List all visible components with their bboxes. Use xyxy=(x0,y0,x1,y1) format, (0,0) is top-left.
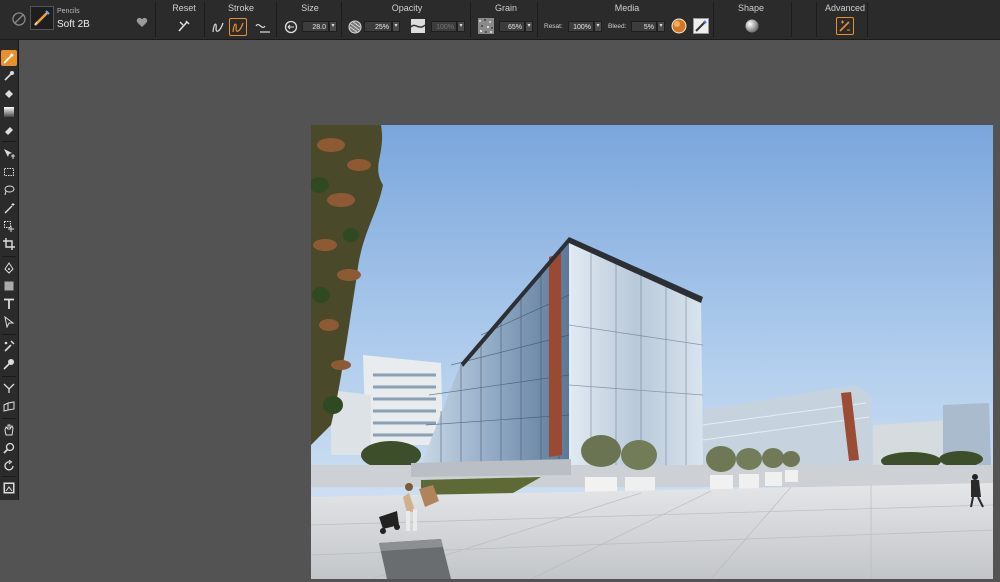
resat-label: Resat: xyxy=(544,23,563,30)
opacity-expression-icon[interactable] xyxy=(347,19,363,35)
dab-color-icon[interactable] xyxy=(671,18,687,34)
stroke-group-title: Stroke xyxy=(227,3,254,13)
resat-dropdown-arrow[interactable]: ▾ xyxy=(594,21,602,32)
bleed-label: Bleed: xyxy=(608,23,627,30)
opacity-value-field[interactable]: 25% xyxy=(364,21,392,32)
brush-category-label[interactable]: Pencils xyxy=(57,8,80,15)
grain-dropdown-arrow[interactable]: ▾ xyxy=(525,21,533,32)
brush-options-icon[interactable] xyxy=(11,11,27,27)
shape-select-icon[interactable] xyxy=(1,314,17,330)
shape-group-title: Shape xyxy=(737,3,765,13)
brush-variant-label[interactable]: Soft 2B xyxy=(57,19,90,30)
opacity-group-title: Opacity xyxy=(391,3,423,13)
grain-texture-icon[interactable] xyxy=(478,18,494,34)
freehand-stroke-icon[interactable] xyxy=(210,19,226,35)
media-group-title: Media xyxy=(614,3,640,13)
straight-stroke-icon[interactable] xyxy=(229,18,247,36)
opacity-dropdown-arrow[interactable]: ▾ xyxy=(392,21,400,32)
magnifier-icon[interactable] xyxy=(1,440,17,456)
property-bar: Pencils Soft 2B Reset Stroke Size 28.0 ▾… xyxy=(0,0,1000,40)
size-dropdown-arrow[interactable]: ▾ xyxy=(329,21,337,32)
stroke-attributes-icon[interactable] xyxy=(255,19,271,35)
mirror-icon[interactable] xyxy=(1,380,17,396)
crop-icon[interactable] xyxy=(1,236,17,252)
selection-adjust-icon[interactable] xyxy=(1,218,17,234)
size-value-field[interactable]: 28.0 xyxy=(302,21,329,32)
paint-bucket-icon[interactable] xyxy=(1,86,17,102)
cloner-icon[interactable] xyxy=(1,338,17,354)
text-icon[interactable] xyxy=(1,296,17,312)
bleed-value-field[interactable]: 5% xyxy=(631,21,657,32)
rotate-page-icon[interactable] xyxy=(1,458,17,474)
resat-value-field[interactable]: 100% xyxy=(568,21,594,32)
rubber-stamp-icon[interactable] xyxy=(1,356,17,372)
perspective-icon[interactable] xyxy=(1,398,17,414)
bleed-dropdown-arrow[interactable]: ▾ xyxy=(657,21,665,32)
reset-group-title: Reset xyxy=(172,3,196,13)
favorite-heart-icon[interactable] xyxy=(134,14,150,30)
canvas-photo[interactable] xyxy=(311,125,993,579)
dab-shape-icon[interactable] xyxy=(744,18,760,34)
size-expression-icon[interactable] xyxy=(283,19,299,35)
color-swatch-icon[interactable] xyxy=(1,480,17,496)
lasso-icon[interactable] xyxy=(1,182,17,198)
grain-group-title: Grain xyxy=(494,3,517,13)
opacity-expression-value-field[interactable]: 100% xyxy=(431,21,457,32)
brush-variant-thumbnail[interactable] xyxy=(30,6,54,30)
toolbox-panel xyxy=(0,40,19,500)
media-cloner-icon[interactable] xyxy=(693,18,709,34)
advanced-brush-controls-icon[interactable] xyxy=(836,17,854,35)
pen-icon[interactable] xyxy=(1,260,17,276)
transform-icon[interactable] xyxy=(1,146,17,162)
grabber-icon[interactable] xyxy=(1,422,17,438)
rect-select-icon[interactable] xyxy=(1,164,17,180)
eraser-icon[interactable] xyxy=(1,122,17,138)
shape-icon[interactable] xyxy=(1,278,17,294)
gradient-icon[interactable] xyxy=(1,104,17,120)
opacity-jitter-icon[interactable] xyxy=(410,18,426,34)
opacity-expression-dropdown-arrow[interactable]: ▾ xyxy=(457,21,465,32)
magic-wand-icon[interactable] xyxy=(1,200,17,216)
grain-value-field[interactable]: 65% xyxy=(499,21,525,32)
size-group-title: Size xyxy=(301,3,319,13)
dropper-icon[interactable] xyxy=(1,68,17,84)
advanced-group-title: Advanced xyxy=(824,3,866,13)
brush-icon[interactable] xyxy=(1,50,17,66)
reset-brush-button[interactable] xyxy=(176,18,192,34)
